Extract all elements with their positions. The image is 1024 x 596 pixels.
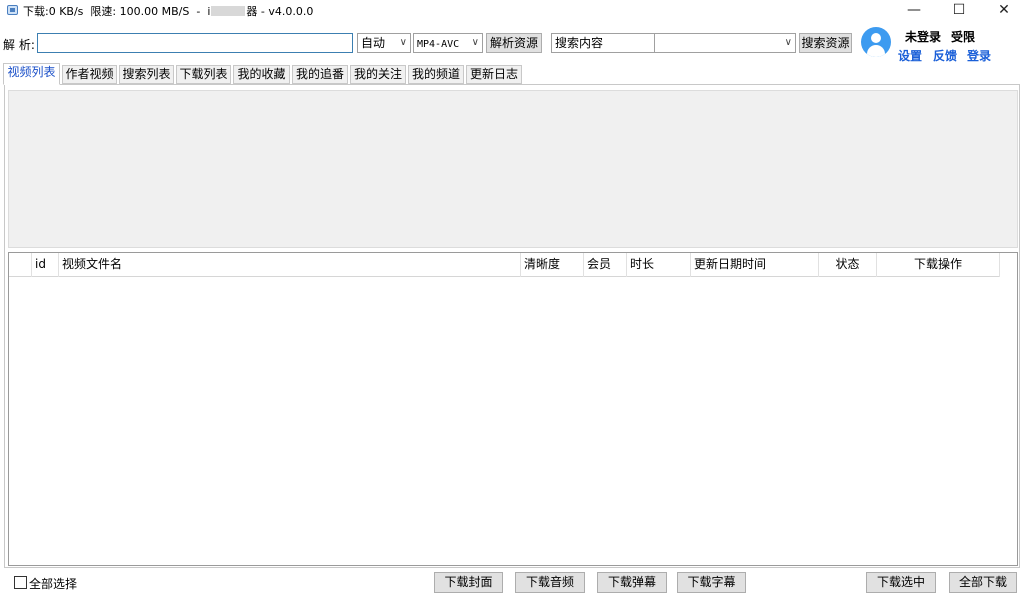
parse-resource-button[interactable]: 解析资源 — [486, 33, 542, 53]
app-icon — [7, 5, 18, 15]
avatar[interactable] — [861, 27, 891, 57]
video-list-table[interactable]: id 视频文件名 清晰度 会员 时长 更新日期时间 状态 下载操作 — [8, 252, 1018, 566]
minimize-button[interactable]: — — [891, 0, 937, 22]
download-selected-button[interactable]: 下载选中 — [866, 572, 936, 593]
search-input[interactable]: ∨ — [654, 33, 796, 53]
format-select[interactable]: MP4-AVC ∨ — [413, 33, 483, 53]
close-button[interactable]: ✕ — [981, 0, 1024, 22]
column-header-status[interactable]: 状态 — [819, 253, 877, 277]
feedback-link[interactable]: 反馈 — [933, 47, 957, 64]
download-subtitle-button[interactable]: 下载字幕 — [677, 572, 746, 593]
select-all-checkbox[interactable] — [14, 576, 27, 589]
mode-value: 自动 — [361, 36, 386, 50]
speed-limit: 限速: 100.00 MB/S — [90, 5, 190, 18]
mode-select[interactable]: 自动 ∨ — [357, 33, 411, 53]
column-header-vip[interactable]: 会员 — [584, 253, 627, 277]
column-header-download-action[interactable]: 下载操作 — [877, 253, 1000, 277]
tab-my-following[interactable]: 我的关注 — [350, 65, 406, 84]
tab-my-favorites[interactable]: 我的收藏 — [233, 65, 290, 84]
select-all-label[interactable]: 全部选择 — [29, 575, 77, 592]
column-header-updated-at[interactable]: 更新日期时间 — [691, 253, 819, 277]
format-value: MP4-AVC — [417, 39, 460, 50]
tab-download-list[interactable]: 下载列表 — [176, 65, 231, 84]
tab-author-videos[interactable]: 作者视频 — [62, 65, 117, 84]
tab-changelog[interactable]: 更新日志 — [466, 65, 522, 84]
table-header: id 视频文件名 清晰度 会员 时长 更新日期时间 状态 下载操作 — [9, 253, 1000, 277]
download-danmaku-button[interactable]: 下载弹幕 — [597, 572, 667, 593]
app-version: - v4.0.0.0 — [260, 5, 314, 18]
column-header-id[interactable]: id — [32, 253, 59, 277]
search-label-box: 搜索内容 — [551, 33, 655, 53]
login-status: 未登录 — [905, 30, 942, 44]
chevron-down-icon: ∨ — [784, 37, 792, 48]
download-audio-button[interactable]: 下载音频 — [515, 572, 585, 593]
avatar-head — [871, 33, 881, 43]
column-header-filename[interactable]: 视频文件名 — [59, 253, 521, 277]
chevron-down-icon: ∨ — [399, 37, 407, 48]
redacted-name — [211, 6, 246, 16]
download-speed: 下载:0 KB/s — [23, 5, 84, 18]
tab-my-channels[interactable]: 我的频道 — [408, 65, 464, 84]
column-header-select[interactable] — [9, 253, 32, 277]
title-bar: 下载:0 KB/s 限速: 100.00 MB/S - i 器 - v4.0.0.… — [0, 0, 1024, 22]
tab-search-list[interactable]: 搜索列表 — [119, 65, 174, 84]
tab-my-bangumi[interactable]: 我的追番 — [292, 65, 348, 84]
chevron-down-icon: ∨ — [471, 37, 479, 48]
window-title: 下载:0 KB/s 限速: 100.00 MB/S - i 器 - v4.0.0.… — [23, 3, 313, 19]
app-name-suffix: 器 — [246, 5, 258, 18]
limit-status: 受限 — [951, 30, 976, 44]
tab-video-list[interactable]: 视频列表 — [3, 63, 60, 85]
settings-link[interactable]: 设置 — [898, 47, 922, 64]
login-link[interactable]: 登录 — [967, 47, 991, 64]
app-name-prefix: i — [207, 5, 211, 18]
download-all-button[interactable]: 全部下载 — [949, 572, 1017, 593]
parse-url-input[interactable] — [37, 33, 353, 53]
title-separator: - — [196, 5, 201, 18]
parse-label: 解 析: — [3, 38, 35, 52]
avatar-body — [867, 45, 885, 57]
search-resource-button[interactable]: 搜索资源 — [799, 33, 852, 53]
column-header-duration[interactable]: 时长 — [627, 253, 691, 277]
preview-area — [8, 90, 1018, 248]
download-cover-button[interactable]: 下载封面 — [434, 572, 503, 593]
column-header-quality[interactable]: 清晰度 — [521, 253, 584, 277]
maximize-button[interactable]: ☐ — [936, 0, 982, 22]
